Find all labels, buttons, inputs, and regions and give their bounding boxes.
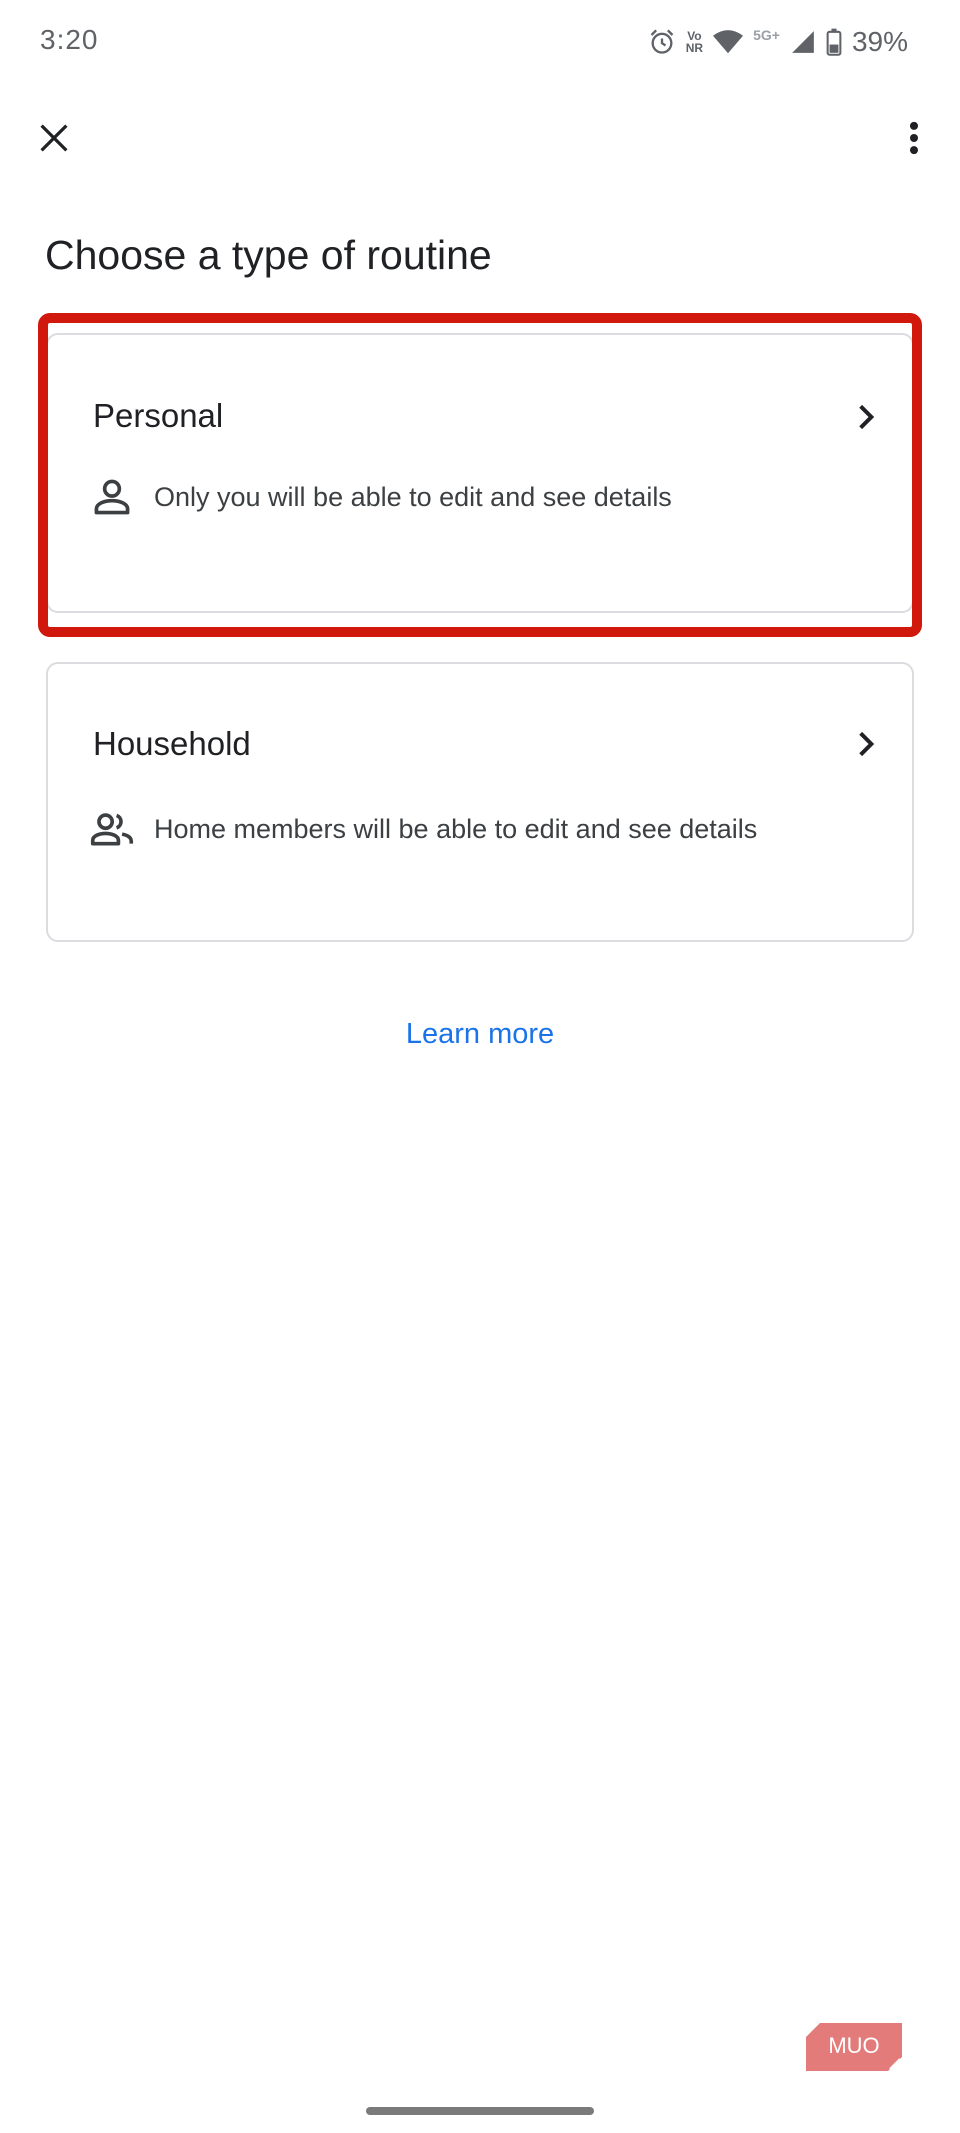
routine-option-personal[interactable]: Personal Only you will be able to edit a… xyxy=(46,333,914,613)
learn-more-link[interactable]: Learn more xyxy=(0,1018,960,1051)
close-icon xyxy=(40,124,68,152)
signal-icon xyxy=(792,31,814,53)
status-time: 3:20 xyxy=(40,24,99,55)
vonr-indicator: Vo NR xyxy=(686,30,703,54)
cellular-type-label: 5G+ xyxy=(753,27,780,43)
battery-percent: 39% xyxy=(851,26,908,57)
option-detail-household: Home members will be able to edit and se… xyxy=(90,807,757,851)
gesture-navigation-bar[interactable] xyxy=(366,2107,594,2115)
status-icons: Vo NR 5G+ 39% xyxy=(648,22,908,62)
group-icon xyxy=(90,813,134,846)
option-description-personal: Only you will be able to edit and see de… xyxy=(154,481,672,512)
more-options-button[interactable] xyxy=(888,112,940,164)
option-detail-personal: Only you will be able to edit and see de… xyxy=(90,475,672,519)
status-bar: 3:20 Vo NR 5G+ 39% xyxy=(0,0,960,84)
close-button[interactable] xyxy=(28,112,80,164)
option-title-household: Household xyxy=(93,725,251,762)
routine-option-household[interactable]: Household Home members will be able to e… xyxy=(46,662,914,942)
more-vert-icon xyxy=(909,121,919,155)
option-title-personal: Personal xyxy=(93,397,224,434)
chevron-right-icon xyxy=(859,404,875,430)
vonr-label-bottom: NR xyxy=(685,41,704,55)
person-icon xyxy=(94,479,130,515)
option-description-household: Home members will be able to edit and se… xyxy=(154,813,758,844)
chevron-right-icon xyxy=(859,731,875,757)
wifi-icon xyxy=(713,30,744,54)
alarm-icon xyxy=(650,29,674,54)
watermark-text: MUO xyxy=(828,2033,879,2058)
page-title: Choose a type of routine xyxy=(45,232,492,278)
battery-icon xyxy=(826,28,842,56)
watermark-logo: MUO xyxy=(806,2023,902,2071)
